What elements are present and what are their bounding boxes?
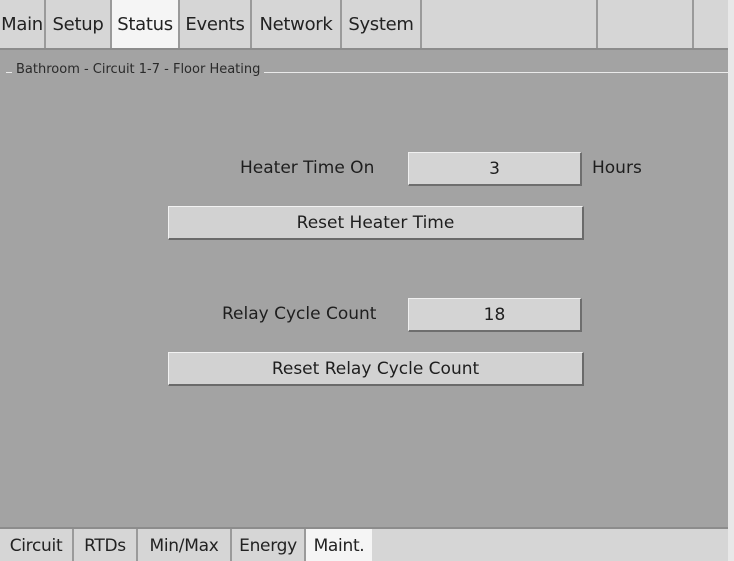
tab-circuit[interactable]: Circuit <box>0 529 74 561</box>
group-title: Bathroom - Circuit 1-7 - Floor Heating <box>12 62 265 77</box>
tab-energy[interactable]: Energy <box>232 529 306 561</box>
bottom-tab-bar: Circuit RTDs Min/Max Energy Maint. <box>0 527 734 561</box>
heater-time-label: Heater Time On <box>240 158 375 178</box>
heater-time-unit: Hours <box>592 158 642 178</box>
relay-cycle-count-field: 18 <box>408 298 582 332</box>
tab-empty-2 <box>598 0 694 48</box>
tab-system[interactable]: System <box>342 0 422 48</box>
reset-relay-cycle-count-button[interactable]: Reset Relay Cycle Count <box>168 352 584 386</box>
circuit-group-box: Bathroom - Circuit 1-7 - Floor Heating <box>6 62 728 522</box>
tab-min-max[interactable]: Min/Max <box>138 529 232 561</box>
tab-rtds[interactable]: RTDs <box>74 529 138 561</box>
tab-setup[interactable]: Setup <box>46 0 112 48</box>
tab-status[interactable]: Status <box>112 0 180 48</box>
tab-empty-1 <box>422 0 598 48</box>
right-edge-strip <box>728 0 734 561</box>
controller-screen: Main Setup Status Events Network System … <box>0 0 734 561</box>
tab-main[interactable]: Main <box>0 0 46 48</box>
reset-heater-time-button[interactable]: Reset Heater Time <box>168 206 584 240</box>
relay-cycle-count-label: Relay Cycle Count <box>222 304 377 324</box>
tab-events[interactable]: Events <box>180 0 252 48</box>
tab-network[interactable]: Network <box>252 0 342 48</box>
tab-maint[interactable]: Maint. <box>306 529 372 561</box>
top-tab-bar: Main Setup Status Events Network System <box>0 0 734 50</box>
heater-time-field: 3 <box>408 152 582 186</box>
